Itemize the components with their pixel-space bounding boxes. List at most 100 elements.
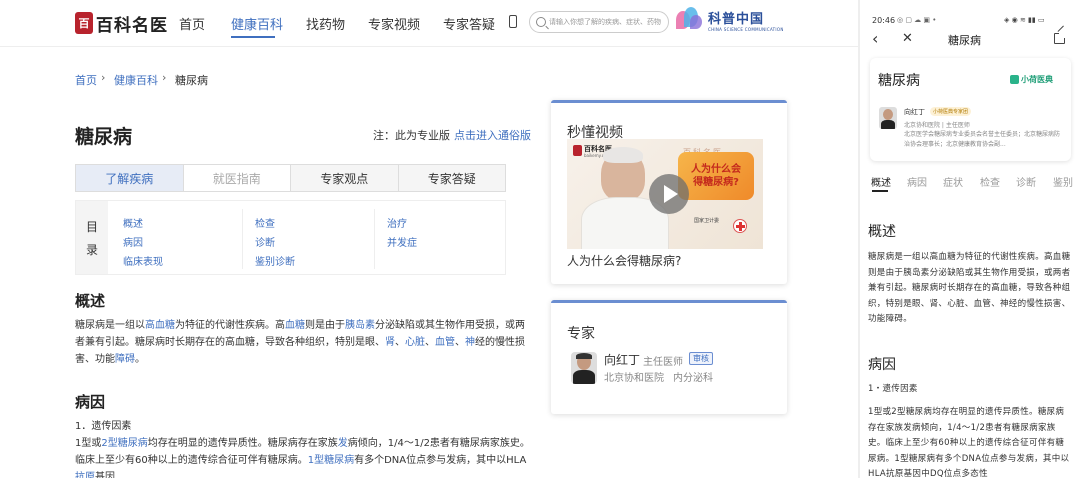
toc-divider (374, 209, 375, 269)
toc-item-differential[interactable]: 鉴别诊断 (255, 253, 295, 268)
toc-item-diagnosis[interactable]: 诊断 (255, 234, 275, 249)
tab-understand-disease[interactable]: 了解疾病 (76, 165, 184, 191)
mobile-tab-overview[interactable]: 概述 (871, 174, 891, 189)
desktop-page: 百 百科名医 首页 健康百科 找药物 专家视频 专家答疑 科普中国 CHINA … (0, 0, 858, 478)
bubble-line: 得糖尿病? (693, 177, 739, 188)
nav-health-encyclopedia[interactable]: 健康百科 (231, 14, 283, 33)
expert-role: 主任医师 (643, 357, 683, 368)
doctor-hair (603, 147, 643, 163)
term-link[interactable]: 胰岛素 (345, 320, 375, 331)
logo-seal-icon: 百 (75, 12, 93, 34)
toc-item-overview[interactable]: 概述 (123, 215, 143, 230)
nav-home[interactable]: 首页 (179, 14, 205, 33)
mobile-expert-avatar[interactable] (879, 107, 897, 129)
status-time: 20:46 (872, 16, 896, 25)
back-chevron-icon[interactable]: ‹ (872, 29, 878, 48)
page-title: 糖尿病 (75, 126, 133, 148)
toc-item-exam[interactable]: 检查 (255, 215, 275, 230)
bubble-line: 人为什么会 (691, 164, 741, 175)
term-link[interactable]: 血管 (435, 337, 455, 348)
mobile-screen: 20:46 ◎ ▢ ☁ ▣ • ◈ ◉ ≋ ▮▮ ▭ ‹ ✕ 糖尿病 糖尿病 小… (860, 0, 1080, 478)
toc-item-clinical[interactable]: 临床表现 (123, 253, 163, 268)
breadcrumb-chevron-icon: › (101, 71, 106, 84)
toc-label: 目 录 (76, 201, 108, 274)
toc-label-char: 录 (85, 242, 98, 257)
term-link[interactable]: 障碍 (115, 354, 135, 365)
term-link[interactable]: 发 (338, 438, 348, 449)
mobile-heading-cause: 病因 (868, 357, 896, 373)
term-link[interactable]: 肾 (385, 337, 395, 348)
mobile-tab-differential[interactable]: 鉴别 (1053, 174, 1073, 189)
mobile-heading-overview: 概述 (868, 224, 896, 240)
term-link[interactable]: 心脏 (405, 337, 425, 348)
mobile-disease-card: 糖尿病 小荷医典 向红丁 小荷医典专家团 北京协和医院 | 主任医师 北京医学会… (870, 58, 1071, 161)
breadcrumb-home[interactable]: 首页 (75, 72, 97, 88)
mobile-tab-indicator (872, 190, 888, 192)
content-tabs: 了解疾病 就医指南 专家观点 专家答疑 (75, 164, 506, 192)
red-cross-icon (733, 219, 747, 233)
expert-card-title: 专家 (567, 326, 595, 342)
video-caption[interactable]: 人为什么会得糖尿病? (567, 252, 681, 269)
status-right-icons: ◈ ◉ ≋ ▮▮ ▭ (1004, 16, 1045, 24)
expert-name[interactable]: 向红丁 (604, 351, 640, 368)
mobile-tab-cause[interactable]: 病因 (907, 174, 927, 189)
play-icon[interactable] (649, 174, 689, 214)
overview-paragraph: 糖尿病是一组以高血糖为特征的代谢性疾病。高血糖则是由于胰岛素分泌缺陷或其生物作用… (75, 320, 525, 365)
search-icon[interactable] (536, 17, 546, 27)
kepu-en-text: CHINA SCIENCE COMMUNICATION (708, 27, 784, 32)
toc-item-complications[interactable]: 并发症 (387, 234, 417, 249)
expert-department: 内分泌科 (673, 373, 713, 384)
mobile-card-title: 糖尿病 (878, 73, 920, 89)
toc-divider (242, 209, 243, 269)
video-question-bubble: 人为什么会 得糖尿病? (678, 152, 754, 200)
kepu-butterfly-icon (676, 7, 704, 33)
cause-paragraph: 1型或2型糖尿病均存在明显的遗传异质性。糖尿病存在家族发病倾向，1/4～1/2患… (75, 435, 530, 478)
search-box[interactable] (529, 11, 669, 33)
search-input[interactable] (549, 18, 668, 26)
kepu-cn-text: 科普中国 (708, 12, 765, 27)
logo-text: 百科名医 (96, 15, 168, 36)
review-badge: 审核 (689, 352, 713, 365)
kepu-china-logo[interactable]: 科普中国 CHINA SCIENCE COMMUNICATION (676, 7, 784, 33)
header-divider (0, 46, 858, 47)
expert-affiliation: 北京协和医院 (604, 373, 664, 384)
section-heading-cause: 病因 (75, 393, 106, 411)
mobile-overview-text: 糖尿病是一组以高血糖为特征的代谢性疾病。高血糖则是由于胰岛素分泌缺陷或其生物作用… (868, 252, 1071, 324)
toc-item-cause[interactable]: 病因 (123, 234, 143, 249)
term-link[interactable]: 血糖 (285, 320, 305, 331)
term-link[interactable]: 1型糖尿病 (308, 455, 354, 466)
mobile-cause-text: 1型或2型糖尿病均存在明显的遗传异质性。糖尿病存在家族发病倾向，1/4～1/2患… (868, 407, 1070, 478)
xiaohe-logo-icon (1010, 75, 1019, 84)
mobile-tab-exam[interactable]: 检查 (980, 174, 1000, 189)
mobile-expert-line: 北京协和医院 | 主任医师 (904, 122, 970, 129)
term-link[interactable]: 抗原 (75, 472, 95, 478)
tab-medical-guide[interactable]: 就医指南 (183, 165, 291, 191)
mobile-tab-diagnosis[interactable]: 诊断 (1016, 174, 1036, 189)
xiaohe-brand: 小荷医典 (1021, 75, 1053, 84)
mobile-expert-name: 向红丁 (904, 108, 925, 116)
mobile-tab-symptom[interactable]: 症状 (943, 174, 963, 189)
nav-expert-videos[interactable]: 专家视频 (368, 14, 420, 33)
tab-expert-views[interactable]: 专家观点 (291, 165, 399, 191)
nav-expert-qa[interactable]: 专家答疑 (443, 14, 495, 33)
tab-expert-qa[interactable]: 专家答疑 (398, 165, 505, 191)
site-logo[interactable]: 百 百科名医 (75, 11, 168, 36)
breadcrumb-current: 糖尿病 (175, 74, 208, 87)
share-icon[interactable] (1054, 25, 1067, 44)
close-icon[interactable]: ✕ (902, 31, 913, 46)
toc-label-char: 目 (85, 219, 98, 234)
term-link[interactable]: 神 (465, 337, 475, 348)
nav-find-drugs[interactable]: 找药物 (306, 14, 345, 33)
toc-item-treatment[interactable]: 治疗 (387, 215, 407, 230)
mobile-cause-sub: 1・遗传因素 (868, 384, 918, 394)
mobile-nav-title: 糖尿病 (948, 34, 981, 47)
status-left-icons: ◎ ▢ ☁ ▣ • (897, 16, 937, 24)
term-link[interactable]: 高血糖 (145, 320, 175, 331)
plain-version-link[interactable]: 点击进入通俗版 (454, 127, 531, 143)
mobile-phone-icon[interactable] (509, 15, 517, 28)
breadcrumb-chevron-icon: › (162, 71, 167, 84)
expert-avatar[interactable] (571, 352, 597, 384)
term-link[interactable]: 2型糖尿病 (101, 438, 147, 449)
thumb-logo-seal-icon (573, 145, 582, 156)
breadcrumb-encyclopedia[interactable]: 健康百科 (114, 72, 158, 88)
